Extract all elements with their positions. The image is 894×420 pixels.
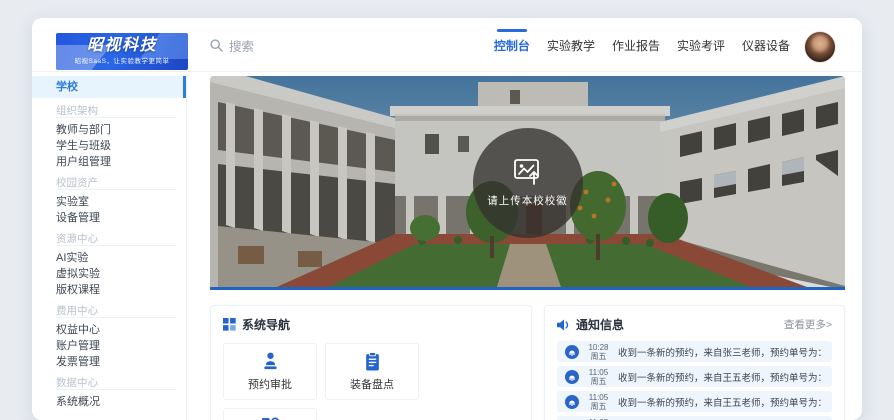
notice-time-clock: 11:05 (585, 393, 612, 402)
notice-header: 通知信息 查看更多> (545, 306, 844, 341)
top-nav-item[interactable]: 作业报告 (612, 37, 660, 54)
search-icon (210, 39, 223, 52)
top-navigation: 控制台 实验教学 作业报告 实验考评 仪器设备 (494, 18, 790, 72)
nav-card-label: 装备盘点 (350, 376, 394, 392)
sidebar-item[interactable]: 版权课程 (32, 282, 186, 298)
clipboard-icon (363, 352, 382, 371)
speaker-icon (557, 319, 570, 331)
sidebar-item[interactable]: 教师与部门 (32, 122, 186, 138)
brand-subtitle: 昭视SaaS，让实验教学更简单 (56, 57, 188, 66)
view-more-link[interactable]: 查看更多> (784, 317, 832, 332)
upload-school-logo-button[interactable]: 请上传本校校徽 (473, 128, 583, 238)
notice-title: 通知信息 (576, 316, 624, 333)
notice-time: 11:05 周五 (585, 393, 612, 411)
notice-time: 10:28 周五 (585, 343, 612, 361)
system-nav-header: 系统导航 (211, 306, 531, 341)
notice-text: 收到一条新的预约，来自王五老师，预约单号为：Y-0056，请尽快处理。 (618, 370, 824, 384)
nav-card[interactable]: 装备盘点 (325, 343, 419, 400)
notice-text: 收到一条新的预约，来自张三老师，预约单号为：Y-0044，请尽快处理。 (618, 345, 824, 359)
brand-title: 昭视科技 (56, 35, 188, 57)
grid-icon (223, 318, 236, 331)
sidebar-item[interactable]: 资源中心 (32, 232, 186, 246)
sidebar: 学校 组织架构 教师与部门 学生与班级 用户组管理 校园资产 实验室 设备管理 … (32, 72, 187, 420)
sidebar-item[interactable]: 系统概况 (32, 394, 186, 410)
sidebar-item[interactable]: 发票管理 (32, 354, 186, 370)
notice-item[interactable]: 11:05 周五 收到一条新的预约，来自王五老师，预约单号为：Y-0056，请尽… (557, 366, 832, 387)
dashboard-panels: 系统导航 (210, 305, 845, 420)
sidebar-item[interactable]: 学校 (32, 76, 186, 98)
sidebar-item[interactable]: 学生与班级 (32, 138, 186, 154)
upload-school-logo-label: 请上传本校校徽 (487, 193, 568, 208)
notice-item[interactable]: 11:05 周五 收到一条新的预约，来自王五老师，预约单号为：Y-0056，请尽… (557, 416, 832, 420)
app-window: 昭视科技 昭视SaaS，让实验教学更简单 搜索 控制台 实验教学 作业报告 实验… (32, 18, 862, 420)
upload-image-icon (513, 158, 543, 186)
sidebar-item[interactable]: 组织架构 (32, 104, 186, 118)
user-avatar[interactable] (804, 31, 836, 63)
brand-logo[interactable]: 昭视科技 昭视SaaS，让实验教学更简单 (56, 33, 188, 70)
approval-stamp-icon (261, 352, 280, 371)
notice-panel: 通知信息 查看更多> 10:28 (544, 305, 845, 420)
nav-card[interactable]: 预约审批 (223, 343, 317, 400)
top-nav-item[interactable]: 实验教学 (547, 37, 595, 54)
campus-hero-image: 请上传本校校徽 (210, 76, 845, 290)
search-placeholder: 搜索 (229, 36, 254, 55)
sidebar-item[interactable]: 校园资产 (32, 176, 186, 190)
top-header: 昭视科技 昭视SaaS，让实验教学更简单 搜索 控制台 实验教学 作业报告 实验… (32, 18, 862, 72)
top-nav-item[interactable]: 仪器设备 (742, 37, 790, 54)
notice-time-clock: 11:05 (585, 368, 612, 377)
system-nav-panel: 系统导航 (210, 305, 532, 420)
notice-time-day: 周五 (585, 377, 612, 386)
top-nav-item[interactable]: 实验考评 (677, 37, 725, 54)
system-nav-title: 系统导航 (242, 316, 290, 333)
bell-icon (565, 370, 579, 384)
sidebar-menu: 学校 组织架构 教师与部门 学生与班级 用户组管理 校园资产 实验室 设备管理 … (32, 76, 186, 410)
nav-card-label: 预约审批 (248, 376, 292, 392)
sidebar-item[interactable]: 实验室 (32, 194, 186, 210)
sidebar-item[interactable]: AI实验 (32, 250, 186, 266)
top-nav-item[interactable]: 控制台 (494, 37, 530, 54)
sidebar-item[interactable]: 数据中心 (32, 376, 186, 390)
notice-list: 10:28 周五 收到一条新的预约，来自张三老师，预约单号为：Y-0044，请尽… (545, 341, 844, 420)
sidebar-item[interactable]: 用户组管理 (32, 154, 186, 170)
bell-icon (565, 395, 579, 409)
sidebar-item[interactable]: 费用中心 (32, 304, 186, 318)
notice-time-day: 周五 (585, 402, 612, 411)
sidebar-item[interactable]: 虚拟实验 (32, 266, 186, 282)
sidebar-item[interactable]: 权益中心 (32, 322, 186, 338)
sidebar-item[interactable]: 账户管理 (32, 338, 186, 354)
equipment-search-icon (261, 417, 280, 420)
notice-item[interactable]: 11:05 周五 收到一条新的预约，来自王五老师，预约单号为：Y-0056，请尽… (557, 391, 832, 412)
notice-item[interactable]: 10:28 周五 收到一条新的预约，来自张三老师，预约单号为：Y-0044，请尽… (557, 341, 832, 362)
system-nav-cards: 预约审批 (211, 341, 531, 420)
notice-text: 收到一条新的预约，来自王五老师，预约单号为：Y-0056，请尽快处理。 (618, 395, 824, 409)
notice-time-clock: 10:28 (585, 343, 612, 352)
notice-time-day: 周五 (585, 352, 612, 361)
nav-card[interactable]: 装备查询 (223, 408, 317, 420)
sidebar-item[interactable]: 设备管理 (32, 210, 186, 226)
bell-icon (565, 345, 579, 359)
notice-time: 11:05 周五 (585, 368, 612, 386)
search-input[interactable]: 搜索 (210, 18, 254, 72)
